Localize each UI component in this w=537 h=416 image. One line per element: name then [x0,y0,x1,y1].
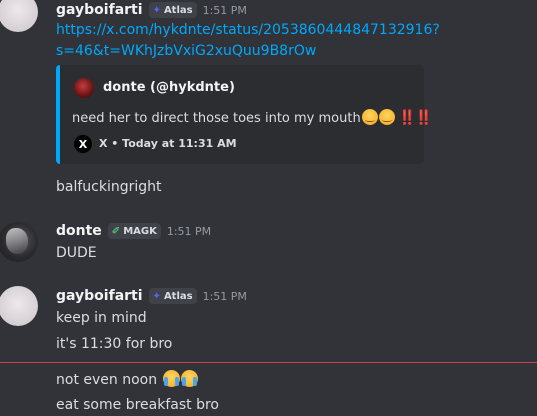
avatar[interactable] [0,222,38,262]
link-line: s=46&t=WKhJzbVxiG2xuQuu9B8rOw [56,43,317,59]
link-embed: donte (@hykdnte) need her to direct thos… [56,65,433,164]
tweet-link[interactable]: https://x.com/hykdnte/status/20538604448… [56,20,440,62]
avatar[interactable] [0,0,38,32]
message-text-body: not even noon [56,372,158,388]
x-logo-icon: X [74,135,92,153]
timestamp: 1:51 PM [202,3,247,17]
username[interactable]: gayboifarti [56,288,143,304]
embed-author-avatar [74,78,94,98]
message-text: eat some breakfast bro [56,397,219,413]
new-messages-divider [0,362,537,363]
message-header: donte ✐ MAGK 1:51 PM [56,223,211,239]
role-tag-label: Atlas [163,290,193,302]
message-header: gayboifarti ✦ Atlas 1:51 PM [56,2,247,18]
message-text: balfuckingright [56,179,162,195]
message-text: keep in mind [56,310,147,326]
role-icon: ✦ [152,4,161,16]
message-text: not even noon [56,370,198,389]
role-tag[interactable]: ✦ Atlas [148,2,197,18]
loudly-crying-emoji-icon [180,370,198,387]
role-tag[interactable]: ✦ Atlas [148,288,197,304]
timestamp: 1:51 PM [202,289,247,303]
link-line: https://x.com/hykdnte/status/20538604448… [56,22,440,38]
role-tag[interactable]: ✐ MAGK [107,223,161,239]
role-tag-label: Atlas [163,4,193,16]
embed-text-body: need her to direct those toes into my mo… [72,111,361,126]
embed-author[interactable]: donte (@hykdnte) [103,80,235,95]
role-icon: ✦ [152,290,161,302]
role-tag-label: MAGK [123,225,157,237]
embed-text: need her to direct those toes into my mo… [72,109,433,126]
double-exclamation-icon: ‼️‼️ [398,110,433,126]
message-header: gayboifarti ✦ Atlas 1:51 PM [56,288,247,304]
message-text: it's 11:30 for bro [56,336,173,352]
avatar[interactable] [0,286,38,326]
loudly-crying-emoji-icon [162,370,180,387]
username[interactable]: gayboifarti [56,2,143,18]
role-icon: ✐ [111,225,121,237]
relieved-emoji-icon [378,109,395,125]
timestamp: 1:51 PM [166,224,212,238]
username[interactable]: donte [56,223,102,239]
message-text: DUDE [56,245,97,261]
embed-footer: X • Today at 11:31 AM [99,137,237,150]
relieved-emoji-icon [361,109,378,125]
